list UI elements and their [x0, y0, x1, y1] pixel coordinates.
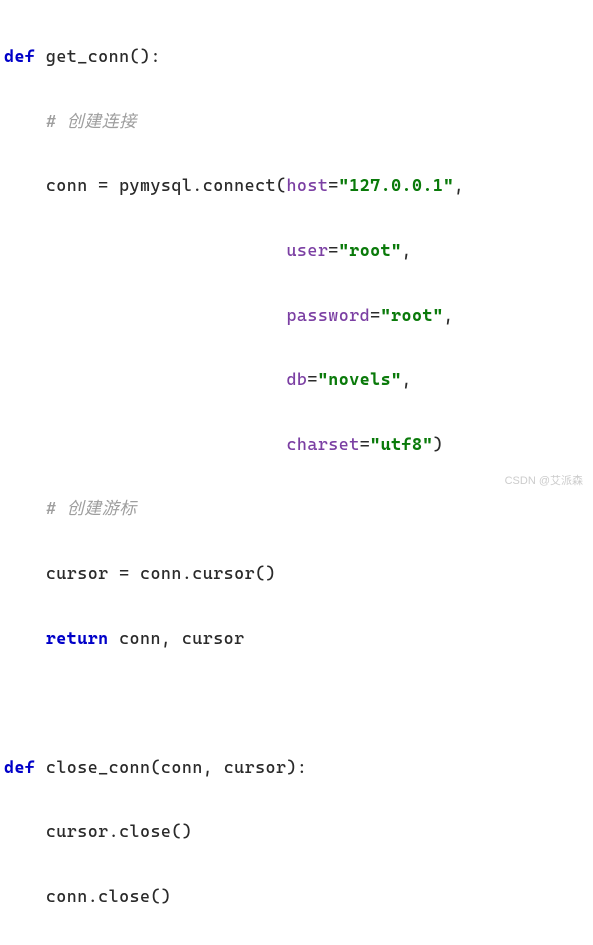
keyword-def: def [4, 757, 35, 777]
cursor-close: cursor.close() [46, 821, 192, 841]
params: (conn, cursor): [150, 757, 307, 777]
conn-close: conn.close() [46, 886, 172, 906]
indent [4, 886, 46, 906]
kwarg-user: user [286, 240, 328, 260]
indent [4, 498, 46, 518]
blank-line [4, 686, 589, 718]
equals: = [328, 175, 338, 195]
equals: = [370, 305, 380, 325]
string-password: "root" [381, 305, 444, 325]
equals: = [360, 434, 370, 454]
code-line-1: def get_conn(): [4, 40, 589, 72]
comma: , [454, 175, 464, 195]
indent [4, 434, 286, 454]
comma: , [402, 369, 412, 389]
close-paren: ) [433, 434, 443, 454]
kwarg-db: db [286, 369, 307, 389]
indent [4, 821, 46, 841]
code-line-5: password="root", [4, 299, 589, 331]
kwarg-password: password [286, 305, 370, 325]
indent [4, 369, 286, 389]
code-block: def get_conn(): # 创建连接 conn = pymysql.co… [4, 8, 589, 945]
watermark: CSDN @艾派森 [505, 471, 583, 492]
kwarg-host: host [286, 175, 328, 195]
code-line-7: charset="utf8") [4, 428, 589, 460]
indent [4, 305, 286, 325]
keyword-def: def [4, 46, 35, 66]
string-user: "root" [339, 240, 402, 260]
code-line-8: # 创建游标 [4, 492, 589, 524]
kwarg-charset: charset [286, 434, 359, 454]
return-vals: conn, cursor [109, 628, 245, 648]
indent [4, 111, 46, 131]
code-line-9: cursor = conn.cursor() [4, 557, 589, 589]
code-line-14: conn.close() [4, 880, 589, 912]
string-host: "127.0.0.1" [339, 175, 454, 195]
indent [4, 628, 46, 648]
code-line-12: def close_conn(conn, cursor): [4, 751, 589, 783]
parens: (): [130, 46, 161, 66]
comment: # 创建游标 [46, 498, 137, 518]
code-line-2: # 创建连接 [4, 105, 589, 137]
code-line-6: db="novels", [4, 363, 589, 395]
keyword-return: return [46, 628, 109, 648]
code-line-3: conn = pymysql.connect(host="127.0.0.1", [4, 169, 589, 201]
assign: conn = pymysql.connect( [46, 175, 287, 195]
comma: , [402, 240, 412, 260]
indent [4, 175, 46, 195]
indent [4, 563, 46, 583]
indent [4, 240, 286, 260]
cursor-assign: cursor = conn.cursor() [46, 563, 276, 583]
function-name: close_conn [35, 757, 150, 777]
equals: = [307, 369, 317, 389]
string-charset: "utf8" [370, 434, 433, 454]
code-line-13: cursor.close() [4, 815, 589, 847]
string-db: "novels" [318, 369, 402, 389]
function-name: get_conn [35, 46, 129, 66]
code-line-10: return conn, cursor [4, 622, 589, 654]
code-line-4: user="root", [4, 234, 589, 266]
comment: # 创建连接 [46, 111, 137, 131]
equals: = [328, 240, 338, 260]
comma: , [443, 305, 453, 325]
